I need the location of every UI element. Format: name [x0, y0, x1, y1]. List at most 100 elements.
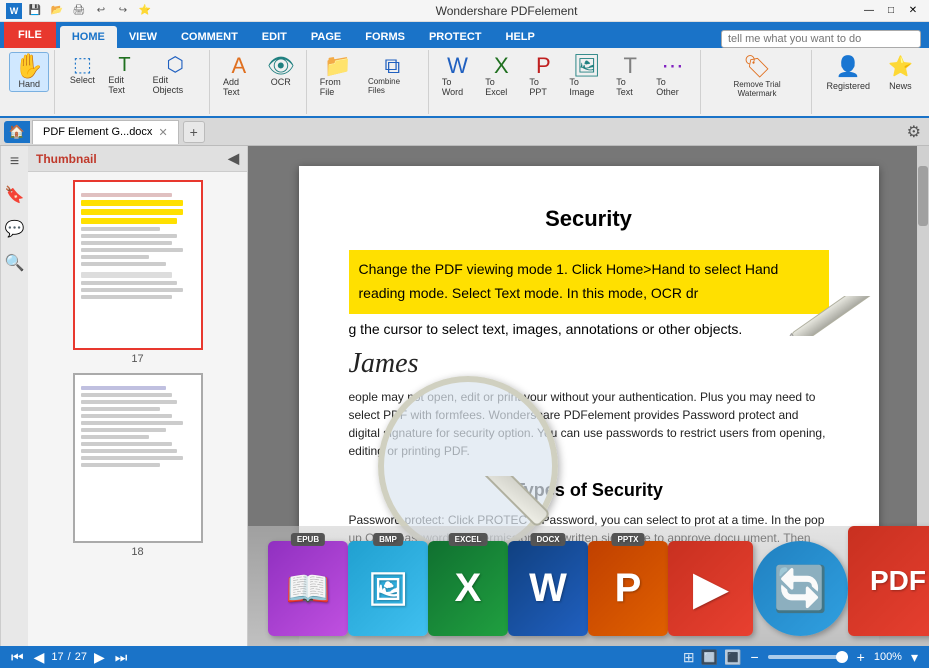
- to-other-button[interactable]: ⋯ To Other: [651, 52, 694, 100]
- pdf-continued-text: g the cursor to select text, images, ann…: [349, 318, 829, 340]
- pdf-highlighted-block: Change the PDF viewing mode 1. Click Hom…: [349, 250, 829, 314]
- user-icon: 👤: [836, 54, 861, 79]
- add-text-button[interactable]: A Add Text: [218, 52, 260, 100]
- thumbnail-area: 17: [28, 172, 247, 646]
- zoom-dropdown-button[interactable]: ▾: [908, 649, 921, 666]
- tab-protect[interactable]: PROTECT: [417, 26, 494, 48]
- status-icon-1[interactable]: ⊞: [683, 649, 695, 666]
- tab-file[interactable]: FILE: [4, 22, 56, 48]
- ribbon-search-input[interactable]: [721, 30, 921, 48]
- status-icon-2[interactable]: 🔲: [701, 649, 718, 666]
- thumbnail-num-17: 17: [131, 353, 143, 365]
- pdf-highlight-text: Change the PDF viewing mode 1. Click Hom…: [359, 261, 779, 301]
- quick-save[interactable]: 💾: [26, 2, 44, 20]
- document-tab[interactable]: PDF Element G...docx ✕: [32, 120, 179, 144]
- quick-print[interactable]: 🖨: [70, 2, 88, 20]
- edit-objects-icon: ⬡: [167, 55, 184, 75]
- from-file-button[interactable]: 📁 From File: [315, 52, 361, 100]
- news-icon: ⭐: [888, 54, 913, 79]
- ocr-button[interactable]: 👁 OCR: [262, 52, 300, 90]
- format-vp[interactable]: ▶: [668, 526, 753, 636]
- to-ppt-button[interactable]: P To PPT: [524, 52, 562, 100]
- doc-tab-label: PDF Element G...docx: [43, 126, 152, 138]
- doc-tab-close[interactable]: ✕: [158, 126, 167, 139]
- format-sync[interactable]: 🔄: [753, 526, 848, 636]
- add-text-icon: A: [232, 55, 247, 77]
- ribbon-group-files: 📁 From File ⧉ Combine Files: [309, 50, 429, 114]
- tab-forms[interactable]: FORMS: [353, 26, 417, 48]
- ribbon-search-area: [713, 30, 929, 48]
- new-tab-button[interactable]: +: [183, 121, 205, 143]
- tab-view[interactable]: VIEW: [117, 26, 169, 48]
- status-icon-3[interactable]: 🔳: [724, 649, 741, 666]
- thumbnail-item-18[interactable]: 18: [32, 373, 243, 558]
- zoom-minus-button[interactable]: −: [747, 649, 761, 665]
- format-bmp[interactable]: BMP 🖼: [348, 526, 428, 636]
- nav-first-button[interactable]: ⏮: [8, 649, 27, 666]
- sidebar-toggle-button[interactable]: ◀: [228, 150, 239, 167]
- remove-watermark-button[interactable]: 🏷 Remove Trial Watermark: [709, 52, 806, 100]
- edit-objects-button[interactable]: ⬡ Edit Objects: [148, 52, 203, 98]
- tab-page[interactable]: PAGE: [299, 26, 353, 48]
- thumbnail-num-18: 18: [131, 546, 143, 558]
- sidebar-icon-search[interactable]: 🔍: [2, 250, 28, 276]
- maximize-button[interactable]: □: [881, 3, 901, 19]
- watermark-icon: 🏷: [743, 54, 771, 80]
- settings-gear-icon[interactable]: ⚙: [907, 124, 921, 141]
- combine-files-button[interactable]: ⧉ Combine Files: [363, 52, 422, 98]
- home-tab-button[interactable]: 🏠: [4, 121, 30, 143]
- zoom-plus-button[interactable]: +: [854, 649, 868, 665]
- to-excel-button[interactable]: X To Excel: [480, 52, 522, 100]
- ribbon-group-user: 👤 Registered ⭐ News: [814, 50, 925, 114]
- to-ppt-icon: P: [536, 55, 551, 77]
- to-word-button[interactable]: W To Word: [437, 52, 478, 100]
- edit-text-button[interactable]: T Edit Text: [103, 52, 145, 98]
- close-button[interactable]: ✕: [903, 3, 923, 19]
- tab-help[interactable]: HELP: [494, 26, 547, 48]
- pdf-card: PDF: [848, 526, 929, 636]
- quick-redo[interactable]: ↪: [114, 2, 132, 20]
- news-button[interactable]: ⭐ News: [880, 52, 921, 93]
- thumbnail-img-17[interactable]: [73, 180, 203, 350]
- zoom-slider[interactable]: [768, 655, 848, 659]
- quick-undo[interactable]: ↩: [92, 2, 110, 20]
- format-pptx[interactable]: PPTX P: [588, 526, 668, 636]
- select-icon: ⬚: [73, 55, 92, 75]
- format-pdf[interactable]: PDF: [848, 526, 929, 636]
- nav-prev-button[interactable]: ◀: [31, 649, 48, 666]
- registered-button[interactable]: 👤 Registered: [818, 52, 878, 93]
- sidebar-icon-comment[interactable]: 💬: [2, 216, 28, 242]
- thumbnail-img-18[interactable]: [73, 373, 203, 543]
- sidebar-icon-bookmark[interactable]: 🔖: [2, 182, 28, 208]
- sidebar-icons-strip: ≡ 🔖 💬 🔍: [0, 146, 28, 646]
- format-docx[interactable]: DOCX W: [508, 526, 588, 636]
- tab-home[interactable]: HOME: [60, 26, 117, 48]
- status-page-current: 17: [51, 651, 63, 663]
- title-bar-left: W 💾 📂 🖨 ↩ ↪ ⭐: [6, 2, 154, 20]
- to-word-icon: W: [447, 55, 468, 77]
- ribbon-group-hand: ✋ Hand: [4, 50, 55, 114]
- hand-button[interactable]: ✋ Hand: [9, 52, 49, 92]
- tab-comment[interactable]: COMMENT: [169, 26, 250, 48]
- quick-star[interactable]: ⭐: [136, 2, 154, 20]
- nav-next-button[interactable]: ▶: [91, 649, 108, 666]
- to-text-button[interactable]: T To Text: [611, 52, 649, 100]
- format-excel[interactable]: EXCEL X: [428, 526, 508, 636]
- sidebar-title: Thumbnail: [36, 152, 97, 166]
- pdf-viewer[interactable]: Security Change the PDF viewing mode 1. …: [248, 146, 929, 646]
- format-epub[interactable]: EPUB 📖: [268, 526, 348, 636]
- ribbon-bar: ✋ Hand ⬚ Select T Edit Text ⬡ Edit Objec…: [0, 48, 929, 118]
- thumbnail-item-17[interactable]: 17: [32, 180, 243, 365]
- minimize-button[interactable]: —: [859, 3, 879, 19]
- to-image-icon: 🖼: [573, 55, 601, 77]
- hand-icon: ✋: [14, 55, 44, 79]
- select-button[interactable]: ⬚ Select: [63, 52, 101, 88]
- quick-open[interactable]: 📂: [48, 2, 66, 20]
- bmp-card: BMP 🖼: [348, 541, 428, 636]
- excel-badge: EXCEL: [449, 533, 488, 546]
- sidebar-icon-pages[interactable]: ≡: [7, 150, 22, 174]
- tab-edit[interactable]: EDIT: [250, 26, 299, 48]
- scrollbar-thumb[interactable]: [918, 166, 928, 226]
- nav-last-button[interactable]: ⏭: [112, 649, 131, 666]
- to-image-button[interactable]: 🖼 To Image: [564, 52, 609, 100]
